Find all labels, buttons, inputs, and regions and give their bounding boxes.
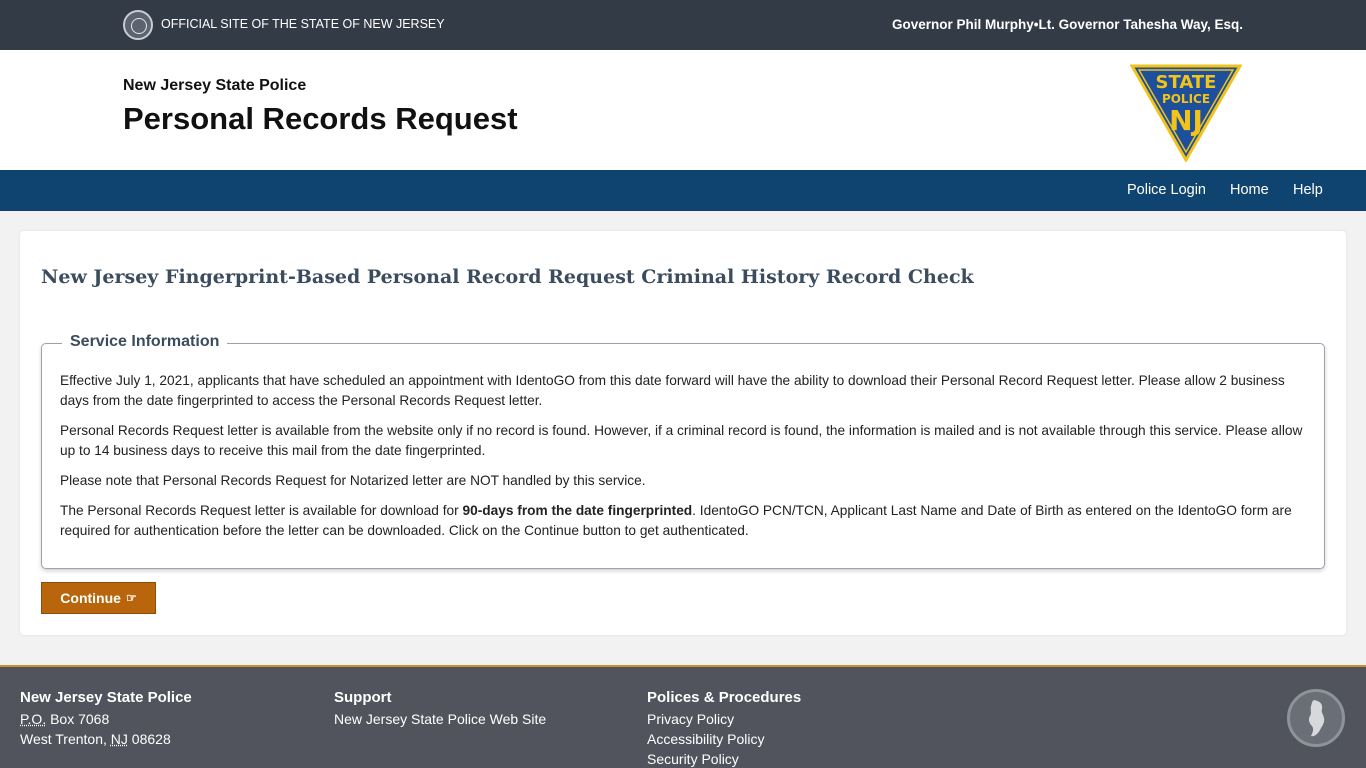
- footer-po-box: P.O. Box 7068: [20, 709, 192, 729]
- po-rest: Box 7068: [46, 711, 110, 727]
- footer-privacy-policy-link[interactable]: Privacy Policy: [647, 709, 801, 729]
- service-information-panel: Service Information Effective July 1, 20…: [41, 333, 1325, 569]
- po-abbr: P.O.: [20, 711, 47, 727]
- top-bar: OFFICIAL SITE OF THE STATE OF NEW JERSEY…: [0, 0, 1366, 50]
- footer-city: West Trenton, NJ 08628: [20, 729, 192, 749]
- footer-policies-title: Polices & Procedures: [647, 689, 802, 706]
- section-heading: New Jersey Fingerprint-Based Personal Re…: [41, 266, 974, 288]
- main-card: New Jersey Fingerprint-Based Personal Re…: [20, 231, 1346, 635]
- site-header: New Jersey State Police Personal Records…: [0, 50, 1366, 170]
- service-information-legend: Service Information: [62, 333, 228, 351]
- agency-name: New Jersey State Police: [123, 77, 307, 94]
- footer-support: Support New Jersey State Police Web Site: [334, 689, 546, 729]
- hand-pointing-right-icon: ☞: [125, 591, 137, 605]
- footer-contact: New Jersey State Police P.O. Box 7068 We…: [20, 689, 192, 749]
- footer-nj-state-police-link[interactable]: New Jersey State Police Web Site: [334, 709, 546, 729]
- service-paragraph-4: The Personal Records Request letter is a…: [60, 501, 1310, 541]
- nav-home[interactable]: Home: [1230, 182, 1269, 198]
- main-nav: Police Login Home Help: [0, 170, 1366, 211]
- footer-accessibility-policy-link[interactable]: Accessibility Policy: [647, 729, 801, 749]
- nav-help[interactable]: Help: [1293, 182, 1323, 198]
- p4-bold: 90-days from the date fingerprinted: [462, 503, 693, 518]
- zip-text: 08628: [127, 731, 171, 747]
- state-seal-icon: [123, 10, 153, 40]
- footer-support-title: Support: [334, 689, 392, 706]
- service-paragraph-3: Please note that Personal Records Reques…: [60, 473, 646, 488]
- badge-line-3: NJ: [1169, 104, 1203, 137]
- state-abbr: NJ: [110, 731, 128, 747]
- badge-line-1: STATE: [1156, 72, 1217, 93]
- nav-police-login[interactable]: Police Login: [1127, 182, 1206, 198]
- footer-security-policy-link[interactable]: Security Policy: [647, 749, 801, 768]
- city-text: West Trenton,: [20, 731, 111, 747]
- footer-policies: Polices & Procedures Privacy Policy Acce…: [647, 689, 801, 768]
- continue-label: Continue: [60, 590, 121, 606]
- nj-state-logo-icon: [1287, 689, 1345, 747]
- p4-start: The Personal Records Request letter is a…: [60, 503, 463, 518]
- state-police-badge-icon: STATE POLICE NJ: [1130, 64, 1242, 162]
- governor-text: Governor Phil Murphy•Lt. Governor Tahesh…: [891, 17, 1243, 32]
- continue-button[interactable]: Continue ☞: [41, 582, 156, 614]
- service-paragraph-2: Personal Records Request letter is avail…: [60, 423, 1303, 458]
- footer-contact-title: New Jersey State Police: [20, 689, 192, 706]
- page-title: Personal Records Request: [123, 101, 518, 136]
- official-site-text: OFFICIAL SITE OF THE STATE OF NEW JERSEY: [161, 17, 445, 31]
- service-paragraph-1: Effective July 1, 2021, applicants that …: [60, 373, 1285, 408]
- site-footer: New Jersey State Police P.O. Box 7068 We…: [0, 665, 1366, 768]
